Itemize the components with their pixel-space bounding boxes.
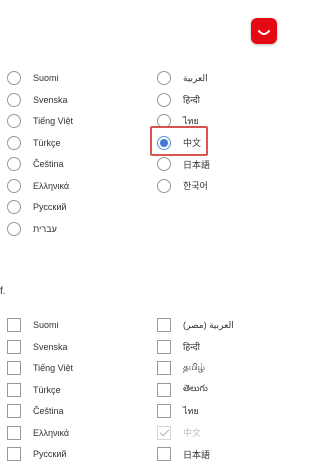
language-radio-option[interactable]: Čeština	[7, 154, 64, 174]
language-checkbox-option[interactable]: العربية (مصر)	[157, 315, 234, 335]
language-label: Ελληνικά	[33, 180, 70, 191]
radio-button[interactable]	[157, 92, 171, 107]
language-label: తెలుగు	[183, 383, 208, 393]
language-label: हिन्दी	[183, 342, 201, 352]
language-label: Suomi	[33, 320, 59, 330]
language-radio-option[interactable]: Ελληνικά	[7, 176, 69, 196]
radio-button[interactable]	[7, 92, 21, 107]
language-label: العربية	[183, 72, 208, 83]
radio-button[interactable]	[157, 178, 171, 193]
language-label: Suomi	[33, 73, 59, 83]
language-radio-option[interactable]: Tiếng Việt	[7, 111, 73, 131]
checkbox[interactable]	[157, 361, 171, 375]
language-checkbox-option[interactable]: Čeština	[7, 401, 64, 421]
language-label: עברית	[33, 223, 57, 234]
language-checkbox-option[interactable]: తెలుగు	[157, 380, 208, 400]
language-label: 日本語	[183, 159, 211, 170]
radio-button[interactable]	[7, 200, 21, 214]
language-radio-option[interactable]: Suomi	[7, 68, 59, 88]
radio-button[interactable]	[157, 157, 171, 171]
checkbox[interactable]	[7, 404, 21, 418]
checkbox[interactable]	[7, 361, 21, 375]
radio-button[interactable]	[7, 114, 21, 128]
language-radio-option[interactable]: 한국어	[157, 176, 208, 196]
language-checkbox-option: 中文	[157, 423, 201, 443]
radio-button[interactable]	[157, 71, 171, 85]
checkbox[interactable]	[157, 404, 171, 418]
language-label: Svenska	[33, 341, 68, 352]
language-label: 中文	[183, 428, 202, 438]
selected-language-highlight	[150, 126, 208, 156]
radio-button[interactable]	[7, 71, 21, 85]
language-checkbox-option[interactable]: 日本語	[157, 444, 210, 464]
checkbox[interactable]	[157, 382, 171, 397]
language-label: தமிழ்	[183, 362, 205, 372]
language-checkbox-option[interactable]: தமிழ்	[157, 358, 205, 378]
checkbox	[157, 425, 171, 440]
language-label: Ελληνικά	[33, 427, 70, 438]
checkbox[interactable]	[7, 318, 21, 332]
checkbox[interactable]	[7, 425, 21, 440]
language-label: Tiếng Việt	[33, 363, 74, 373]
language-radio-option[interactable]: עברית	[7, 219, 57, 239]
language-checkbox-option[interactable]: Svenska	[7, 337, 68, 357]
language-label: Русский	[33, 202, 67, 212]
language-radio-option[interactable]: हिन्दी	[157, 90, 200, 110]
checkbox[interactable]	[7, 382, 21, 397]
language-checkbox-option[interactable]: ไทย	[157, 401, 199, 421]
radio-button[interactable]	[7, 135, 21, 150]
language-radio-option[interactable]: العربية	[157, 68, 208, 88]
radio-button[interactable]	[7, 157, 21, 171]
checkbox[interactable]	[7, 339, 21, 354]
language-label: ไทย	[183, 406, 199, 416]
language-checkbox-option[interactable]: Tiếng Việt	[7, 358, 73, 378]
language-label: Čeština	[33, 406, 64, 416]
smile-icon	[258, 30, 270, 35]
language-label: Türkçe	[33, 137, 61, 148]
language-label: हिन्दी	[183, 95, 201, 105]
section-mark: f.	[0, 286, 6, 297]
language-checkbox-option[interactable]: Suomi	[7, 315, 59, 335]
language-label: 한국어	[183, 181, 208, 191]
language-label: Tiếng Việt	[33, 116, 74, 126]
language-label: Svenska	[33, 94, 68, 105]
language-checkbox-option[interactable]: Русский	[7, 444, 66, 464]
language-radio-option[interactable]: Svenska	[7, 90, 68, 110]
language-checkbox-option[interactable]: Ελληνικά	[7, 423, 69, 443]
language-checkbox-option[interactable]: हिन्दी	[157, 337, 200, 357]
radio-button[interactable]	[7, 221, 21, 236]
app-icon[interactable]	[251, 18, 277, 44]
language-checkbox-option[interactable]: Türkçe	[7, 380, 61, 400]
checkbox[interactable]	[157, 318, 171, 332]
language-label: Čeština	[33, 159, 64, 169]
language-label: العربية (مصر)	[183, 319, 234, 330]
language-label: Русский	[33, 449, 67, 459]
language-radio-option[interactable]: Türkçe	[7, 133, 61, 153]
language-radio-option[interactable]: Русский	[7, 197, 66, 217]
language-radio-option[interactable]: 日本語	[157, 154, 210, 174]
language-label: Türkçe	[33, 384, 61, 395]
radio-button[interactable]	[7, 178, 21, 193]
checkbox[interactable]	[157, 339, 171, 354]
